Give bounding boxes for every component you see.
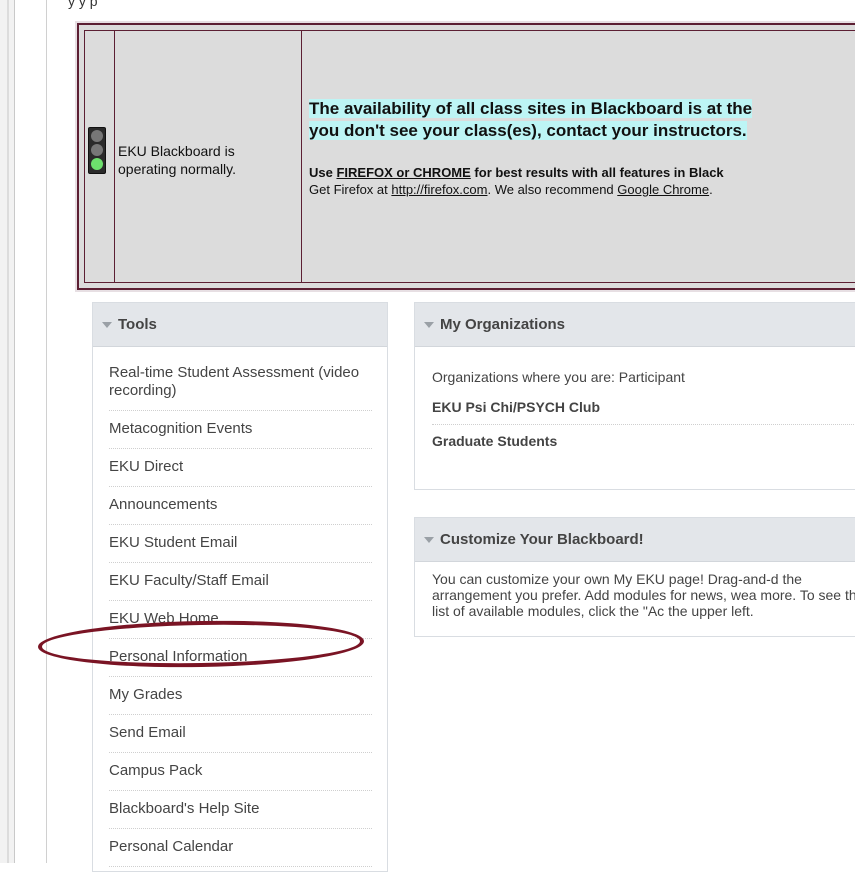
green-bulb: [91, 158, 103, 170]
note-prefix: Use: [309, 165, 337, 180]
headline-line-1: The availability of all class sites in B…: [309, 99, 753, 118]
browsers-link[interactable]: FIREFOX or CHROME: [336, 165, 470, 180]
rail-line: [7, 0, 9, 863]
tool-item-my-grades[interactable]: My Grades: [109, 677, 372, 715]
customize-module: Customize Your Blackboard! You can custo…: [414, 517, 855, 637]
tool-item-student-email[interactable]: EKU Student Email: [109, 525, 372, 563]
customize-title: Customize Your Blackboard!: [440, 531, 644, 548]
tools-header[interactable]: Tools: [93, 303, 387, 347]
note-line2-mid: . We also recommend: [487, 182, 618, 197]
tools-list: Real-time Student Assessment (video reco…: [93, 347, 387, 867]
tool-item-personal-calendar[interactable]: Personal Calendar: [109, 829, 372, 867]
traffic-light-icon: [88, 127, 106, 174]
tools-module: Tools Real-time Student Assessment (vide…: [92, 302, 388, 872]
chevron-down-icon[interactable]: [424, 321, 434, 328]
chrome-link[interactable]: Google Chrome: [617, 182, 709, 197]
system-status-text: EKU Blackboard is operating normally.: [118, 143, 237, 177]
firefox-link[interactable]: http://firefox.com: [391, 182, 487, 197]
yellow-bulb: [91, 144, 103, 156]
headline-line-2: you don't see your class(es), contact yo…: [309, 121, 747, 140]
organizations-intro: Organizations where you are: Participant: [432, 369, 685, 385]
top-cut-text: y y p: [68, 0, 98, 9]
organizations-header[interactable]: My Organizations: [415, 303, 855, 347]
chevron-down-icon[interactable]: [102, 321, 112, 328]
red-bulb: [91, 130, 103, 142]
tool-item-personal-information[interactable]: Personal Information: [109, 639, 372, 677]
note-line2-prefix: Get Firefox at: [309, 182, 392, 197]
banner-message-cell: [302, 31, 855, 282]
tools-title: Tools: [118, 316, 157, 333]
browser-note: Use FIREFOX or CHROME for best results w…: [309, 164, 855, 198]
customize-header[interactable]: Customize Your Blackboard!: [415, 518, 855, 562]
organizations-module: My Organizations Organizations where you…: [414, 302, 855, 490]
left-scroll-rail: [0, 0, 15, 863]
customize-body: You can customize your own My EKU page! …: [432, 571, 855, 619]
org-item-psi-chi[interactable]: EKU Psi Chi/PSYCH Club: [432, 391, 855, 425]
org-item-graduate-students[interactable]: Graduate Students: [432, 425, 855, 458]
availability-headline: The availability of all class sites in B…: [309, 98, 855, 142]
tool-item-send-email[interactable]: Send Email: [109, 715, 372, 753]
tool-item-announcements[interactable]: Announcements: [109, 487, 372, 525]
tool-item-help-site[interactable]: Blackboard's Help Site: [109, 791, 372, 829]
note-line2-end: .: [709, 182, 713, 197]
note-suffix: for best results with all features in Bl…: [470, 165, 724, 180]
chevron-down-icon[interactable]: [424, 536, 434, 543]
organizations-body: Organizations where you are: Participant…: [415, 347, 855, 458]
content-divider: [46, 0, 47, 863]
organizations-title: My Organizations: [440, 316, 566, 333]
tool-item-eku-direct[interactable]: EKU Direct: [109, 449, 372, 487]
tool-item-campus-pack[interactable]: Campus Pack: [109, 753, 372, 791]
tool-item-web-home[interactable]: EKU Web Home: [109, 601, 372, 639]
tool-item-faculty-email[interactable]: EKU Faculty/Staff Email: [109, 563, 372, 601]
tool-item-metacognition[interactable]: Metacognition Events: [109, 411, 372, 449]
tool-item-student-assessment[interactable]: Real-time Student Assessment (video reco…: [109, 347, 372, 411]
